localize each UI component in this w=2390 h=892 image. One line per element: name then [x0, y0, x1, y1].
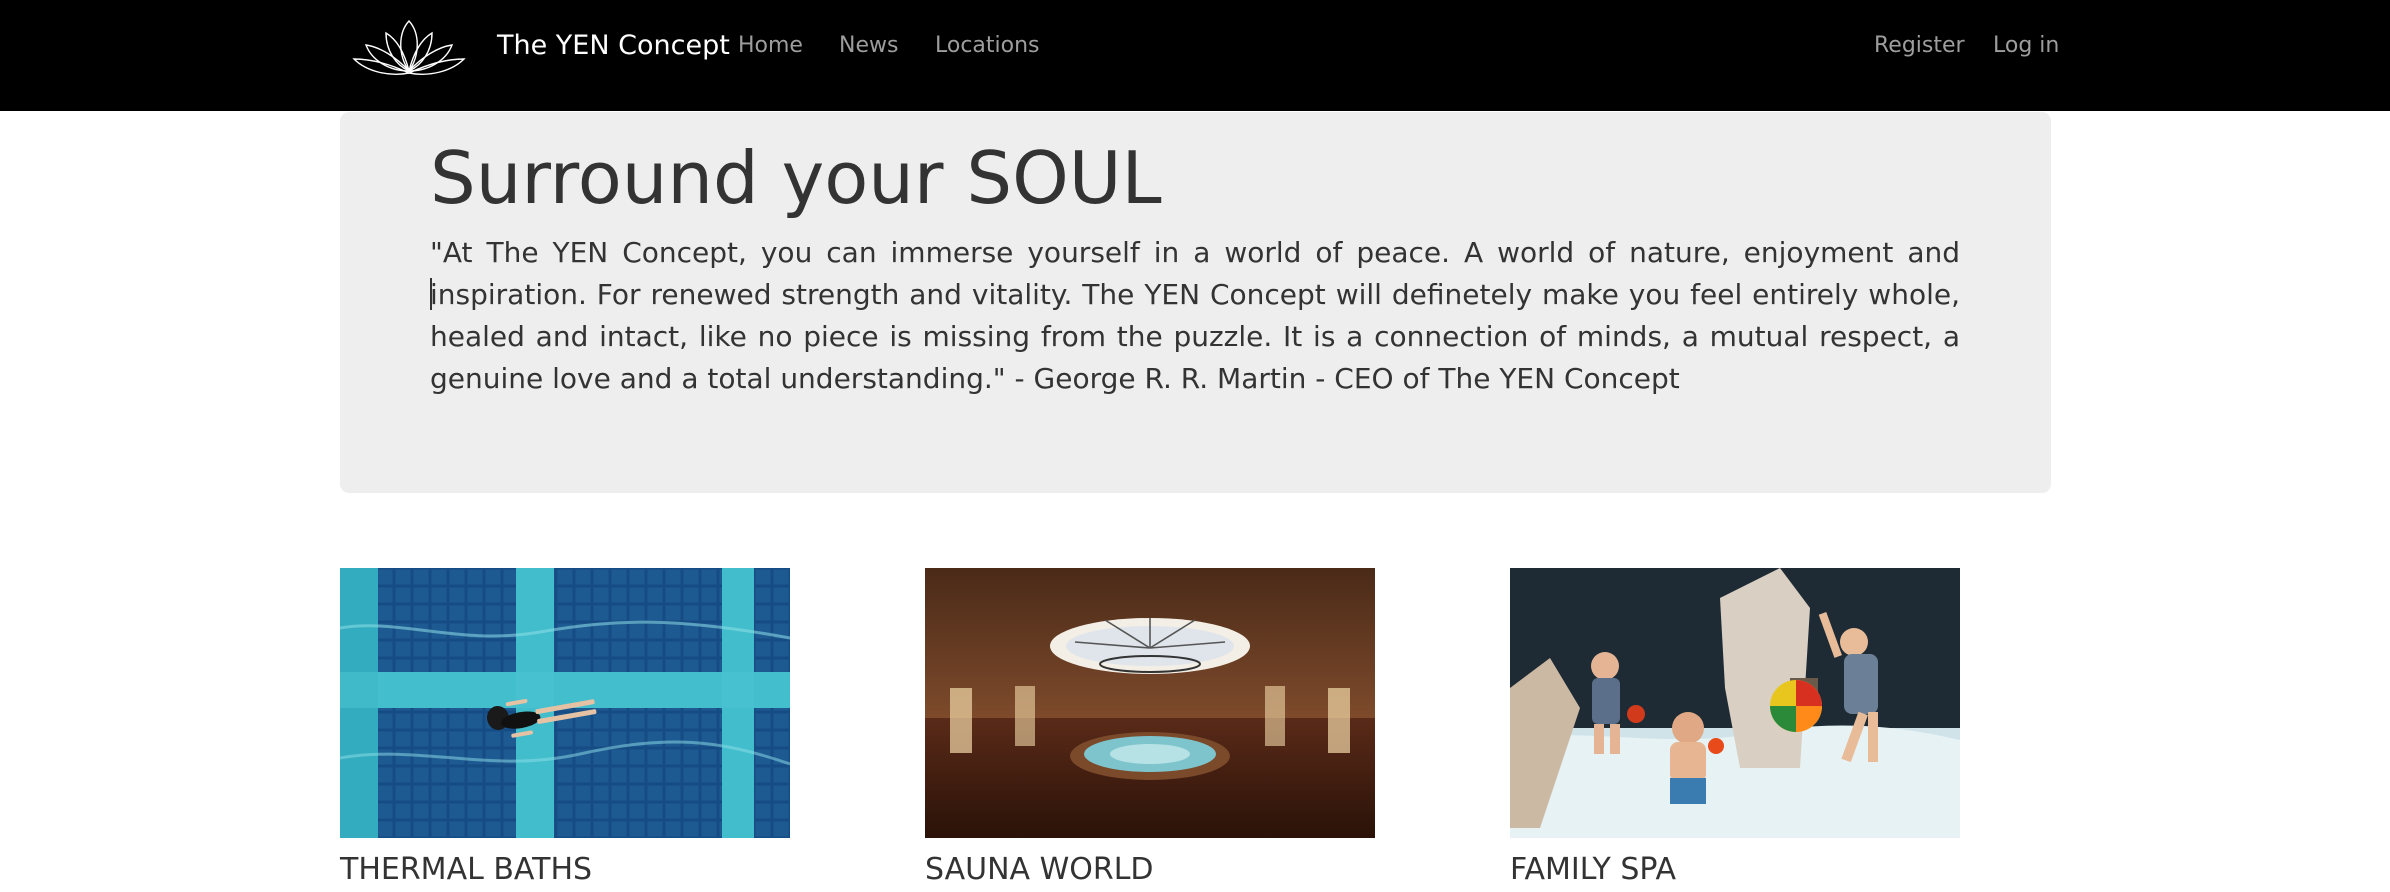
card-title-family-spa: FAMILY SPA: [1510, 852, 1677, 887]
lotus-icon[interactable]: [350, 15, 468, 81]
nav-link-news[interactable]: News: [839, 30, 898, 62]
card-family-spa[interactable]: FAMILY SPA: [1510, 568, 1960, 890]
register-link[interactable]: Register: [1874, 30, 1965, 62]
card-title-sauna-world: SAUNA WORLD: [925, 852, 1154, 887]
hero-title: Surround your SOUL: [430, 136, 1162, 220]
nav-link-home[interactable]: Home: [738, 30, 803, 62]
card-thermal-baths[interactable]: THERMAL BATHS: [340, 568, 790, 890]
brand-name[interactable]: The YEN Concept: [497, 28, 730, 64]
navbar: The YEN Concept Home News Locations Regi…: [0, 0, 2390, 111]
nav-link-locations[interactable]: Locations: [935, 30, 1040, 62]
hero-quote: "At The YEN Concept, you can immerse you…: [430, 236, 1960, 395]
children-playing-in-water-photo[interactable]: [1510, 568, 1960, 838]
login-link[interactable]: Log in: [1993, 30, 2059, 62]
sauna-dome-photo[interactable]: [925, 568, 1375, 838]
card-title-thermal-baths: THERMAL BATHS: [340, 852, 593, 887]
swimmer-in-pool-photo[interactable]: [340, 568, 790, 838]
card-sauna-world[interactable]: SAUNA WORLD: [925, 568, 1375, 890]
text-caret: [430, 278, 432, 310]
